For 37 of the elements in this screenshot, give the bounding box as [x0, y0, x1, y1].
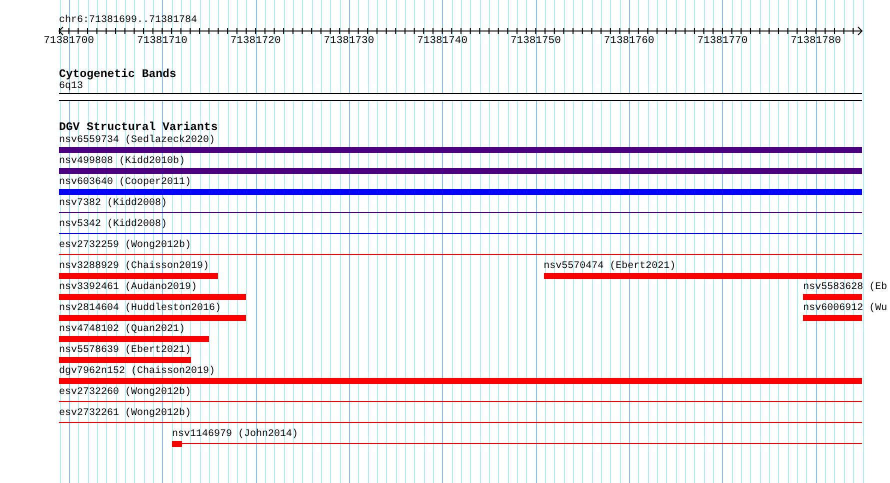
variant-label: nsv499808 (Kidd2010b): [59, 156, 186, 168]
variant-label: esv2732261 (Wong2012b): [59, 408, 192, 420]
variant-label: nsv5578639 (Ebert2021): [59, 345, 192, 357]
variant-label: nsv3392461 (Audano2019): [59, 282, 198, 294]
location-label: chr6:71381699..71381784: [59, 15, 198, 27]
tick-label: 71381750: [510, 35, 561, 47]
variant-label: nsv1146979 (John2014): [172, 429, 298, 441]
variant-label: nsv2814604 (Huddleston2016): [59, 303, 222, 315]
tick-label: 71381700: [44, 35, 94, 47]
variant-label: esv2732259 (Wong2012b): [59, 240, 192, 252]
tick-label: 71381760: [604, 35, 654, 47]
variant-bar[interactable]: [172, 441, 182, 447]
variant-line[interactable]: [59, 212, 862, 213]
variant-label: nsv603640 (Cooper2011): [59, 177, 192, 189]
tick-label: 71381740: [417, 35, 468, 47]
variant-label: nsv5583628 (Eb: [803, 282, 888, 294]
variant-label: nsv5570474 (Ebert2021): [544, 261, 676, 273]
variant-line[interactable]: [59, 233, 862, 234]
variant-label: nsv5342 (Kidd2008): [59, 219, 168, 231]
variant-label: nsv6559734 (Sedlazeck2020): [59, 135, 216, 147]
tick-label: 71381730: [324, 35, 374, 47]
track-title: Cytogenetic Bands: [59, 68, 176, 81]
variant-label: nsv7382 (Kidd2008): [59, 198, 168, 210]
tick-label: 71381720: [230, 35, 281, 47]
band-label: 6q13: [59, 81, 84, 93]
tick-label: 71381710: [137, 35, 188, 47]
track-title: DGV Structural Variants: [59, 121, 218, 134]
variant-line[interactable]: [59, 422, 862, 423]
variant-line[interactable]: [59, 254, 862, 255]
variant-label: nsv4748102 (Quan2021): [59, 324, 186, 336]
variant-label: nsv6006912 (Wu: [803, 303, 888, 315]
variant-label: nsv3288929 (Chaisson2019): [59, 261, 210, 273]
tick-label: 71381780: [790, 35, 842, 47]
tick-label: 71381770: [697, 35, 748, 47]
variant-label: esv2732260 (Wong2012b): [59, 387, 192, 399]
variant-label: dgv7962n152 (Chaisson2019): [59, 366, 216, 378]
variant-line[interactable]: [59, 401, 862, 402]
